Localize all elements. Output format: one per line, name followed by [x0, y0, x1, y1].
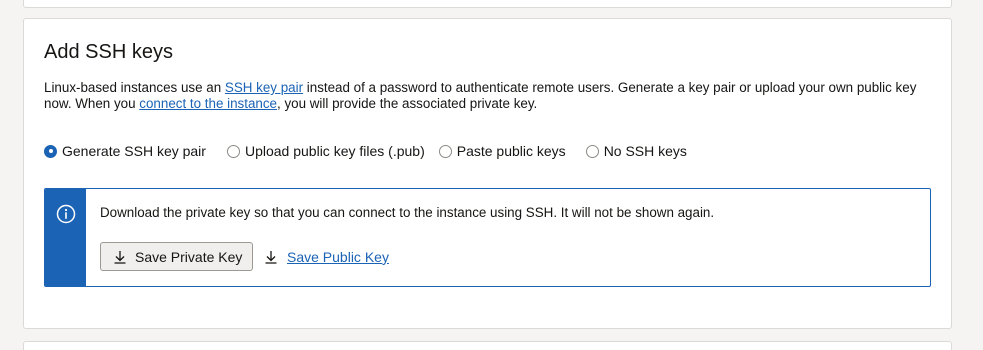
radio-paste-public-keys[interactable]: Paste public keys [438, 143, 566, 159]
description-text-1: Linux-based instances use an [44, 80, 225, 95]
radio-generate-ssh-key-pair[interactable]: Generate SSH key pair [44, 143, 206, 159]
info-icon [56, 204, 76, 224]
section-title: Add SSH keys [44, 41, 173, 63]
connect-to-instance-link[interactable]: connect to the instance [139, 96, 277, 111]
save-private-key-button[interactable]: Save Private Key [100, 242, 254, 271]
radio-button-selected[interactable] [44, 144, 57, 158]
save-public-key-link[interactable]: Save Public Key [264, 242, 389, 271]
radio-button[interactable] [438, 144, 452, 158]
page: Add SSH keys Linux-based instances use a… [0, 0, 983, 350]
ssh-key-pair-link[interactable]: SSH key pair [225, 80, 303, 95]
download-icon [265, 250, 277, 264]
ssh-key-option-group: Generate SSH key pair Upload public key … [44, 142, 707, 160]
download-icon [114, 250, 126, 264]
description-text-3: , you will provide the associated privat… [277, 96, 538, 111]
section-description: Linux-based instances use an SSH key pai… [44, 80, 924, 112]
previous-section-card [23, 0, 952, 8]
info-content: Download the private key so that you can… [86, 189, 930, 286]
info-stripe [45, 189, 86, 286]
radio-button[interactable] [585, 144, 599, 158]
radio-label: Generate SSH key pair [62, 143, 206, 159]
radio-upload-public-key-files[interactable]: Upload public key files (.pub) [226, 143, 425, 159]
radio-no-ssh-keys[interactable]: No SSH keys [585, 143, 687, 159]
ssh-keys-section: Add SSH keys Linux-based instances use a… [23, 18, 952, 329]
info-message: Download the private key so that you can… [100, 205, 715, 220]
next-section-card [23, 341, 952, 350]
radio-label: Upload public key files (.pub) [244, 143, 425, 159]
radio-button[interactable] [226, 144, 240, 158]
radio-label: Paste public keys [456, 143, 566, 159]
info-message-box: Download the private key so that you can… [44, 188, 931, 287]
save-public-key-label: Save Public Key [287, 248, 389, 265]
save-private-key-label: Save Private Key [135, 248, 243, 265]
radio-label: No SSH keys [603, 143, 687, 159]
